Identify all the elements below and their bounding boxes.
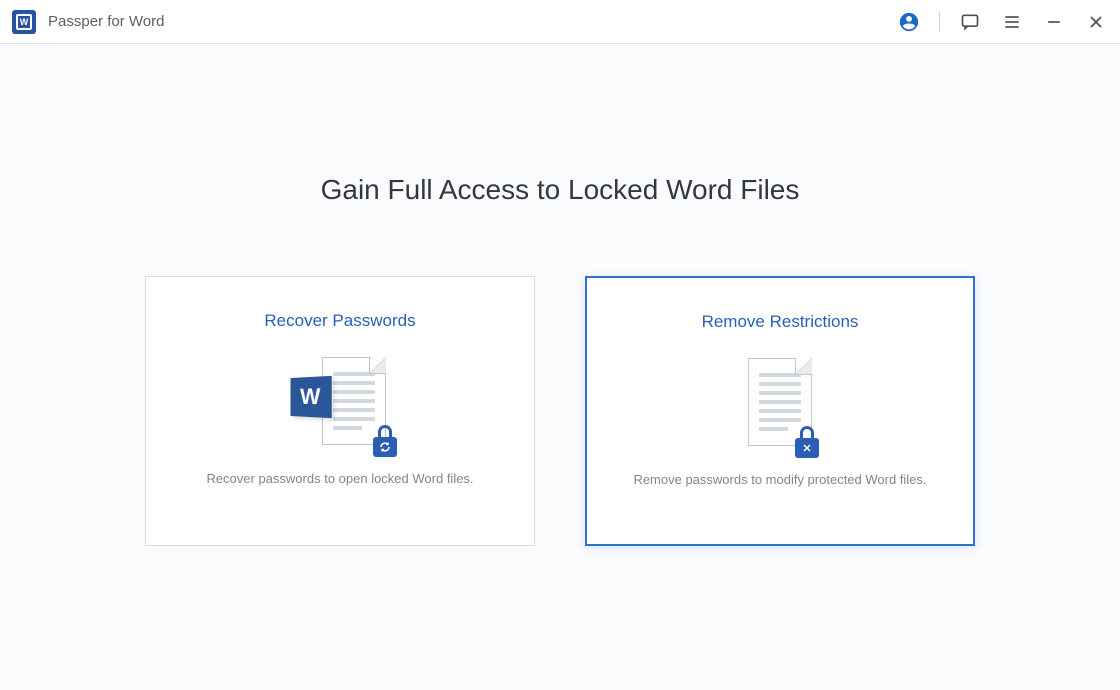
app-title: Passper for Word <box>48 13 897 30</box>
close-icon <box>1086 12 1106 32</box>
page-headline: Gain Full Access to Locked Word Files <box>321 174 800 206</box>
option-card-remove-restrictions[interactable]: Remove Restrictions Remove passwords to … <box>585 276 975 546</box>
lock-remove-icon <box>795 426 819 458</box>
recover-illustration: W <box>285 351 395 451</box>
app-logo-letter: W <box>16 14 32 30</box>
word-badge-icon: W <box>291 376 332 418</box>
card-description: Recover passwords to open locked Word fi… <box>176 471 503 486</box>
titlebar-controls <box>897 10 1108 34</box>
chat-icon <box>960 12 980 32</box>
lock-refresh-icon <box>373 425 397 457</box>
card-title: Remove Restrictions <box>702 312 859 332</box>
main-content: Gain Full Access to Locked Word Files Re… <box>0 44 1120 546</box>
titlebar: W Passper for Word <box>0 0 1120 44</box>
menu-icon <box>1002 12 1022 32</box>
app-logo: W <box>12 10 36 34</box>
close-button[interactable] <box>1084 10 1108 34</box>
card-description: Remove passwords to modify protected Wor… <box>603 472 956 487</box>
minimize-icon <box>1044 12 1064 32</box>
titlebar-divider <box>939 12 940 32</box>
menu-button[interactable] <box>1000 10 1024 34</box>
minimize-button[interactable] <box>1042 10 1066 34</box>
option-card-row: Recover Passwords W Recover passwords to… <box>145 276 975 546</box>
card-title: Recover Passwords <box>264 311 415 331</box>
account-button[interactable] <box>897 10 921 34</box>
remove-illustration <box>735 352 825 452</box>
option-card-recover-passwords[interactable]: Recover Passwords W Recover passwords to… <box>145 276 535 546</box>
account-circle-icon <box>898 11 920 33</box>
feedback-button[interactable] <box>958 10 982 34</box>
